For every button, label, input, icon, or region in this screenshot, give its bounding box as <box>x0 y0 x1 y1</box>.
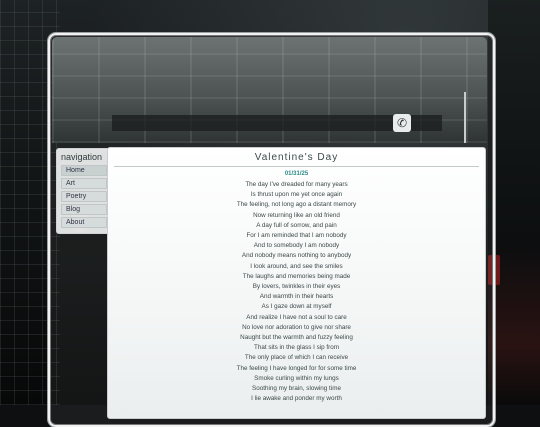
nav-item-home[interactable]: Home <box>61 165 107 176</box>
nav-item-poetry[interactable]: Poetry <box>61 191 107 202</box>
poem-line: As I gaze down at myself <box>261 303 332 311</box>
navigation-title: navigation <box>61 152 103 162</box>
post-panel: Valentine's Day 01/31/25 The day I've dr… <box>107 147 486 419</box>
poem-line: And nobody means nothing to anybody <box>241 252 352 260</box>
poem-line: Is thrust upon me yet once again <box>250 191 343 199</box>
poem-body: The day I've dreaded for many years Is th… <box>108 180 485 404</box>
nav-item-about[interactable]: About <box>61 217 107 228</box>
poem-line: The laughs and memories being made <box>242 272 351 280</box>
poem-line: That sits in the glass I sip from <box>253 344 340 352</box>
poem-line: A day full of sorrow, and pain <box>256 221 337 229</box>
poem-line: The day I've dreaded for many years <box>245 181 348 188</box>
poem-line: No love nor adoration to give nor share <box>242 323 351 331</box>
poem-line: Now returning like an old friend <box>253 211 340 219</box>
poem-line: The feeling I have longed for for some t… <box>236 364 357 372</box>
banner-pole <box>464 92 466 143</box>
nav-item-blog[interactable]: Blog <box>61 204 107 215</box>
poem-line: The only place of which I can receive <box>244 354 349 362</box>
poem-line: I lie awake and ponder my worth <box>251 395 342 403</box>
header-banner <box>52 37 487 143</box>
phone-icon: ✆ <box>393 114 411 132</box>
poem-line: The feeling, not long ago a distant memo… <box>236 201 357 209</box>
post-date: 01/31/25 <box>284 171 309 177</box>
poem-line: Soothing my brain, slowing time <box>252 385 341 393</box>
post-title: Valentine's Day <box>114 148 479 167</box>
poem-line: For I am reminded that I am nobody <box>246 232 347 240</box>
navigation-panel: navigation Home Art Poetry Blog About <box>56 148 112 234</box>
poem-line: Smoke curling within my lungs <box>254 374 339 382</box>
poem-line: And to somebody I am nobody <box>253 242 340 250</box>
nav-item-art[interactable]: Art <box>61 178 107 189</box>
poem-line: And warmth in their hearts <box>259 293 334 301</box>
poem-line: And realize I have not a soul to care <box>246 313 347 321</box>
poem-line: Naught but the warmth and fuzzy feeling <box>240 334 353 342</box>
poem-line: I look around, and see the smiles <box>250 262 343 270</box>
background-car <box>488 0 540 405</box>
poem-line: By lovers, twinkles in their eyes <box>252 283 341 291</box>
